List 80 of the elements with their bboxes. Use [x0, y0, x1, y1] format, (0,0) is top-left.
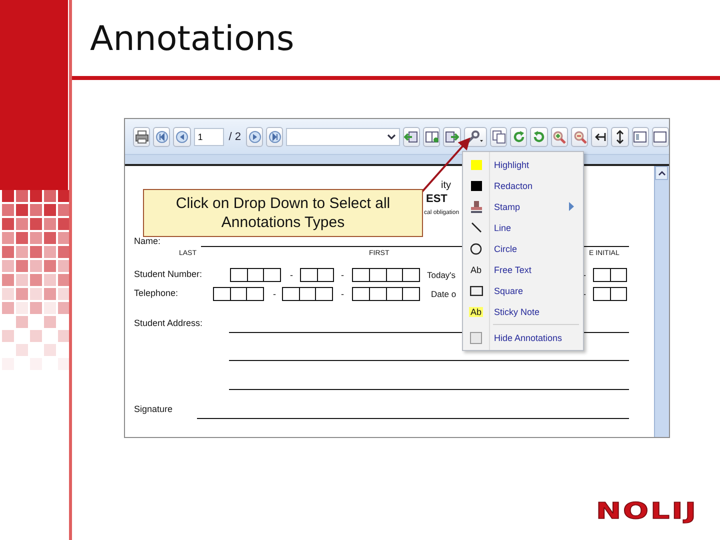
page-total: / 2 [228, 130, 242, 142]
dash-separator: - [341, 289, 344, 299]
rotate-icon [532, 130, 546, 144]
menu-item-label: Free Text [494, 264, 532, 274]
scrollbar[interactable] [654, 166, 669, 437]
field-label: Today's [427, 270, 456, 280]
digit-boxes[interactable] [593, 268, 627, 282]
menu-item[interactable]: Highlight [463, 154, 583, 175]
fit-width-button[interactable] [591, 126, 608, 146]
checkbox[interactable] [470, 332, 482, 344]
name-label: Name: [134, 236, 161, 246]
redaction-icon [470, 180, 482, 190]
previous-page-button[interactable] [173, 126, 191, 146]
digit-boxes[interactable] [352, 268, 420, 282]
digit-boxes[interactable] [352, 287, 420, 301]
menu-item[interactable]: Square [463, 280, 583, 301]
field-label: Date o [431, 289, 456, 299]
digit-boxes[interactable] [230, 268, 281, 282]
square-icon [470, 286, 482, 296]
digit-boxes[interactable] [282, 287, 333, 301]
menu-item[interactable]: Ab Sticky Note [463, 301, 583, 322]
export-button[interactable] [443, 126, 460, 146]
dash-separator: - [583, 270, 586, 280]
last-page-button[interactable] [266, 126, 284, 146]
menu-item[interactable]: Circle [463, 238, 583, 259]
dash-separator: - [273, 289, 276, 299]
import-button[interactable] [402, 126, 420, 146]
rotate-icon [512, 130, 526, 144]
single-page-button[interactable] [632, 126, 649, 146]
callout-note: Click on Drop Down to Select all Annotations Types [143, 189, 423, 237]
menu-item-label: Stamp [494, 202, 520, 212]
menu-item[interactable]: Ab Free Text [463, 259, 583, 280]
menu-item[interactable]: Hide Annotations [463, 327, 583, 348]
field-label: Signature [134, 404, 173, 414]
sticky-note-icon: Ab [469, 306, 482, 316]
zoom-in-button[interactable] [550, 126, 568, 146]
menu-item-label: Highlight [494, 160, 530, 170]
line-icon [470, 222, 482, 233]
field-label: Student Number: [134, 269, 202, 279]
menu-item-label: Hide Annotations [494, 332, 562, 342]
dropdown-field[interactable] [286, 128, 400, 146]
menu-item-label: Square [494, 286, 524, 296]
form-title: EST [426, 193, 448, 205]
annotation-dropdown-button[interactable] [464, 126, 487, 146]
digit-boxes[interactable] [300, 268, 334, 282]
company-logo: NOLIJ [596, 498, 698, 525]
menu-item[interactable]: Line [463, 217, 583, 238]
dash-separator: - [583, 289, 586, 299]
first-page-button[interactable] [153, 126, 170, 146]
full-screen-button[interactable] [652, 126, 670, 146]
copy-pages-button[interactable] [490, 126, 508, 146]
field-label: Telephone: [134, 288, 178, 298]
digit-boxes[interactable] [213, 287, 264, 301]
slide-title: Annotations [89, 18, 296, 60]
zoom-out-button[interactable] [570, 126, 588, 146]
university-name: ity [441, 180, 451, 191]
circle-icon [470, 242, 482, 254]
print-button[interactable] [133, 126, 150, 146]
dash-separator: - [290, 270, 293, 280]
caret-icon [386, 134, 396, 140]
next-page-button[interactable] [246, 126, 264, 146]
highlight-icon [470, 160, 482, 170]
menu-item[interactable]: Stamp [463, 196, 583, 217]
field-label: Student Address: [134, 318, 203, 328]
rotate-left-button[interactable] [530, 126, 548, 146]
digit-boxes[interactable] [593, 287, 627, 301]
menu-item[interactable]: Redacton [463, 175, 583, 196]
chevron-up-icon [658, 170, 666, 176]
menu-item-label: Line [494, 222, 512, 232]
stamp-icon [470, 200, 482, 213]
scroll-up-button[interactable] [655, 166, 668, 180]
menu-item-label: Redacton [494, 180, 533, 190]
text-icon: Ab [470, 264, 482, 274]
menu-item-label: Sticky Note [494, 306, 540, 316]
dash-separator: - [341, 270, 344, 280]
book-button[interactable] [423, 126, 440, 146]
rotate-right-button[interactable] [510, 126, 528, 146]
page-number-field[interactable]: 1 [194, 128, 224, 146]
menu-item-label: Circle [494, 244, 518, 254]
fit-height-button[interactable] [611, 126, 629, 146]
